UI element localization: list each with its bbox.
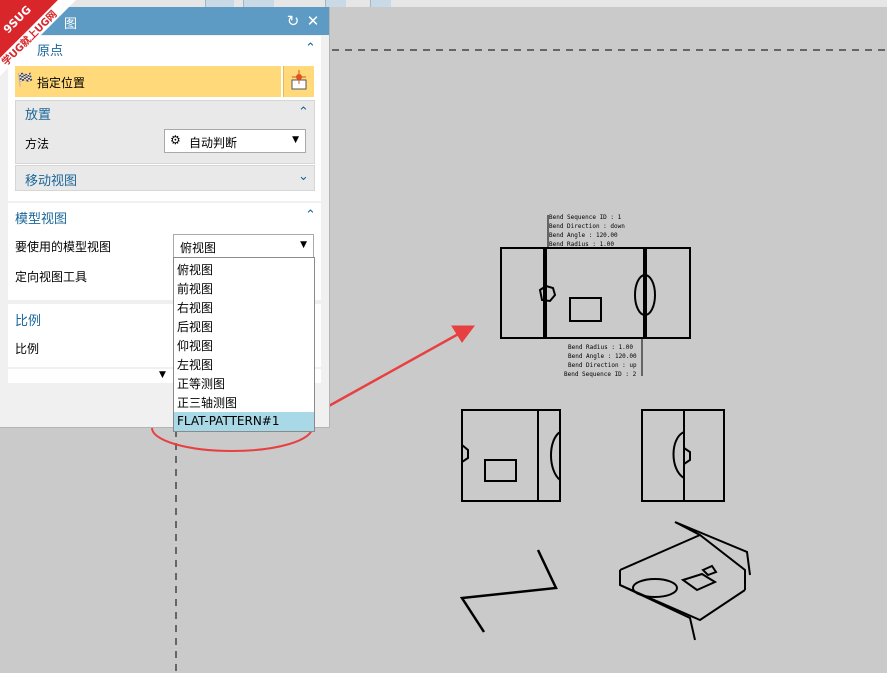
dropdown-option-front[interactable]: 前视图 [177, 280, 213, 297]
model-view-select[interactable]: 俯视图 ▼ [173, 234, 314, 258]
annotation-arrow [317, 325, 475, 414]
bottom-note: Bend Sequence ID : 2 [564, 371, 637, 378]
dropdown-option-isometric[interactable]: 正等测图 [177, 375, 225, 392]
scale-label: 比例 [15, 342, 40, 356]
auto-infer-icon: ⚙ [170, 133, 181, 147]
edge-view [459, 549, 558, 633]
flat-pattern-view [500, 215, 691, 376]
model-view-label: 要使用的模型视图 [15, 240, 112, 254]
point-icon [291, 70, 307, 90]
top-note: Bend Angle : 120.00 [549, 232, 618, 239]
method-select[interactable]: ⚙ 自动判断 ▼ [164, 129, 306, 153]
bottom-note: Bend Angle : 120.00 [568, 353, 637, 360]
top-note: Bend Sequence ID : 1 [549, 214, 622, 221]
dropdown-option-right[interactable]: 右视图 [177, 299, 213, 316]
isometric-view [619, 521, 751, 641]
chevron-up-icon[interactable]: ⌃ [298, 105, 309, 120]
section-title-scale: 比例 [15, 314, 42, 329]
left-side-view [461, 409, 561, 502]
reset-icon[interactable]: ↻ [284, 11, 302, 31]
right-side-view [641, 409, 725, 502]
model-view-value: 俯视图 [180, 241, 217, 255]
chevron-down-icon[interactable]: ⌄ [298, 169, 309, 184]
top-note: Bend Radius : 1.00 [549, 241, 614, 248]
method-label: 方法 [25, 137, 50, 151]
dropdown-option-left[interactable]: 左视图 [177, 356, 213, 373]
bottom-note: Bend Radius : 1.00 [568, 344, 633, 351]
dropdown-option-trimetric[interactable]: 正三轴测图 [177, 394, 237, 411]
section-title-placement: 放置 [25, 108, 52, 123]
bottom-note: Bend Direction : up [568, 362, 637, 369]
chevron-up-icon[interactable]: ⌃ [305, 41, 316, 56]
close-icon[interactable]: ✕ [304, 11, 322, 31]
top-note: Bend Direction : down [549, 223, 625, 230]
method-value: 自动判断 [189, 136, 238, 150]
site-logo-badge: 9SUG 学UG就上UG网 [0, 0, 76, 76]
dropdown-option-flat-pattern[interactable]: FLAT-PATTERN#1 [177, 414, 279, 428]
point-dialog-button[interactable] [283, 66, 314, 97]
model-view-dropdown: 俯视图 前视图 右视图 后视图 仰视图 左视图 正等测图 正三轴测图 FLAT-… [173, 257, 315, 432]
dropdown-option-bottom[interactable]: 仰视图 [177, 337, 213, 354]
chevron-down-icon: ▼ [292, 135, 299, 145]
dropdown-option-back[interactable]: 后视图 [177, 318, 213, 335]
orient-tool-label: 定向视图工具 [15, 270, 88, 284]
chevron-up-icon[interactable]: ⌃ [305, 208, 316, 223]
bend-notes: Bend Sequence ID : 1 Bend Direction : do… [549, 214, 637, 378]
chevron-down-icon: ▼ [300, 240, 307, 250]
chevron-down-icon: ▼ [159, 370, 166, 380]
dropdown-option-top[interactable]: 俯视图 [177, 261, 213, 278]
section-title-model-view: 模型视图 [15, 212, 68, 227]
section-title-move-view: 移动视图 [25, 174, 78, 189]
